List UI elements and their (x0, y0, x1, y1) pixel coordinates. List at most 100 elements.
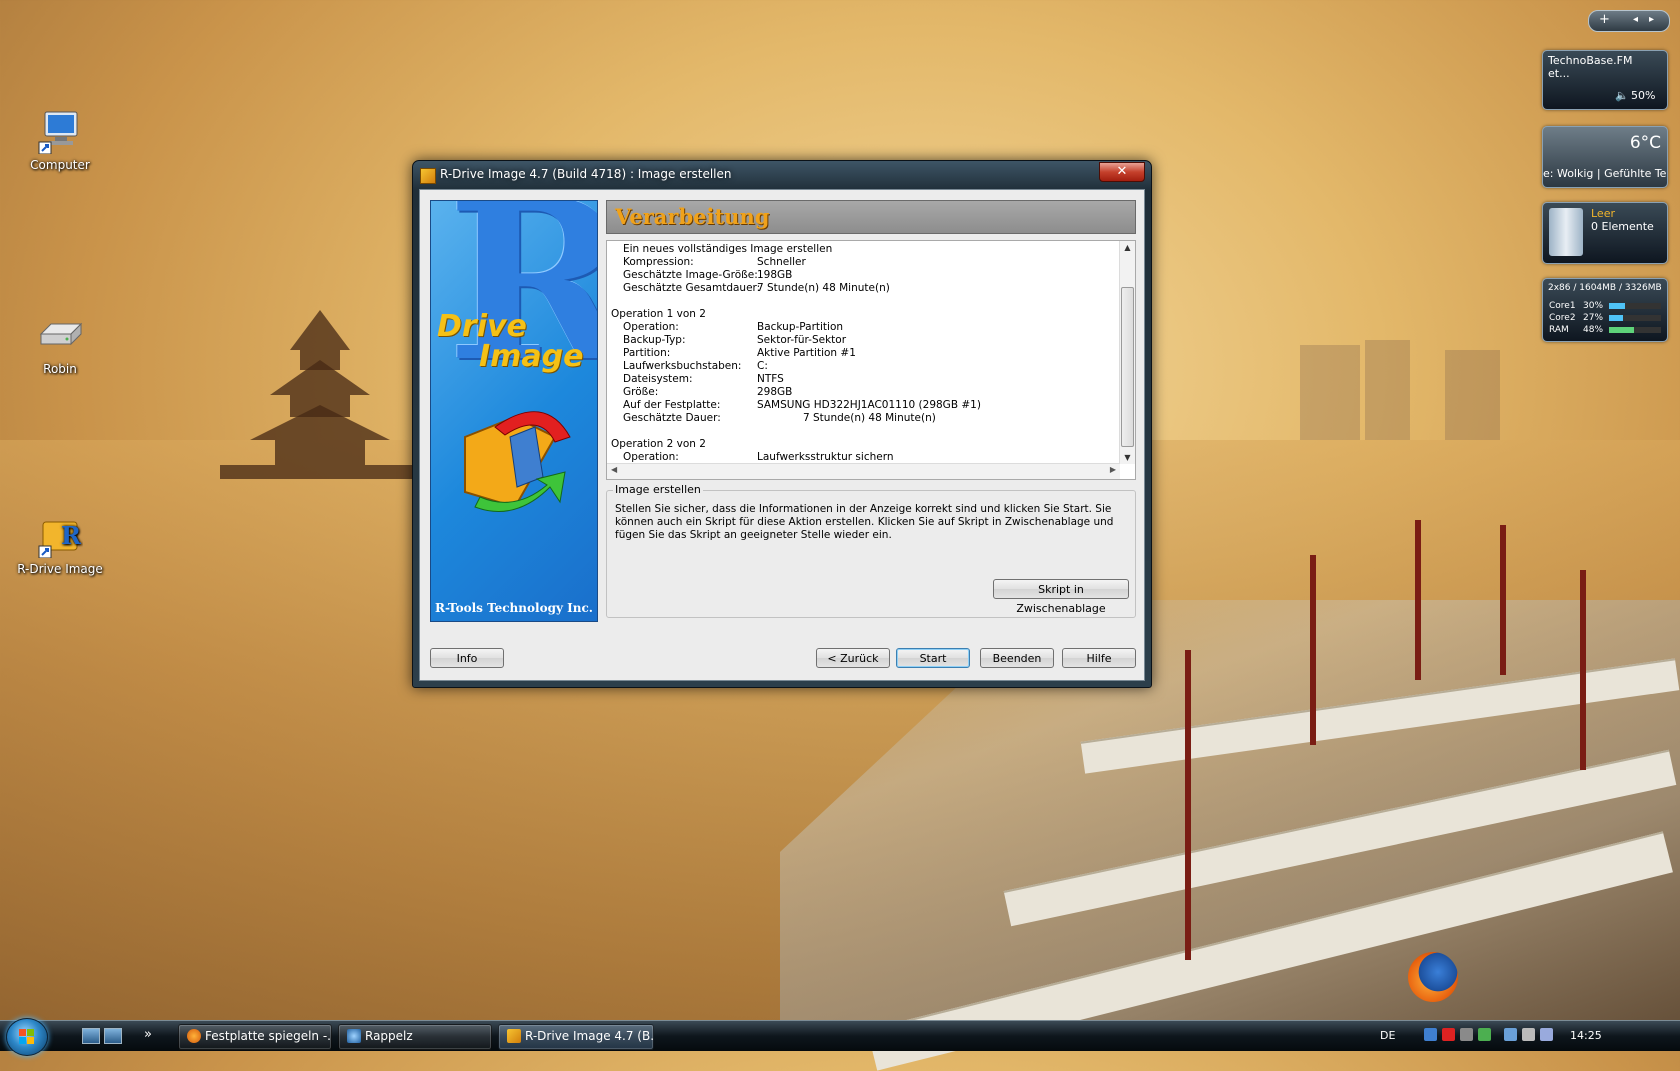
bin-status: Leer (1591, 207, 1615, 220)
language-indicator[interactable]: DE (1380, 1029, 1395, 1042)
svg-text:R: R (61, 521, 82, 550)
scroll-down-icon[interactable]: ▼ (1120, 453, 1135, 462)
panel-heading: Verarbeitung (615, 204, 770, 229)
radio-gadget[interactable]: TechnoBase.FM et... 🔈 50% (1542, 50, 1668, 110)
group-legend: Image erstellen (613, 483, 703, 496)
tray-signal-icon[interactable] (1478, 1028, 1491, 1041)
clock[interactable]: 14:25 (1570, 1029, 1602, 1042)
show-desktop-icon[interactable] (82, 1028, 100, 1044)
summary-value: 7 Stunde(n) 48 Minute(n) (757, 282, 890, 294)
folder-arrow-icon (464, 411, 571, 512)
summary-key: Operation 2 von 2 (611, 438, 706, 450)
vertical-scrollbar[interactable]: ▲ ▼ (1119, 241, 1135, 464)
summary-key: Operation: (623, 321, 679, 333)
summary-row: Backup-Typ: Sektor-für-Sektor (611, 334, 1117, 347)
desktop-icon-robin[interactable]: Robin (10, 312, 110, 376)
recycle-bin-icon (1549, 208, 1583, 256)
summary-key: Backup-Typ: (623, 334, 686, 346)
summary-key: Partition: (623, 347, 671, 359)
summary-key: Dateisystem: (623, 373, 693, 385)
next-gadget-icon[interactable]: ▸ (1649, 14, 1654, 25)
summary-row: Geschätzte Dauer: 7 Stunde(n) 48 Minute(n… (611, 412, 1117, 425)
cpu-bar (1609, 327, 1661, 333)
summary-value: Schneller (757, 256, 806, 268)
title-bar[interactable]: R-Drive Image 4.7 (Build 4718) : Image e… (413, 161, 1151, 189)
prev-gadget-icon[interactable]: ◂ (1633, 14, 1638, 25)
tray-network-icon[interactable] (1424, 1028, 1437, 1041)
rdrive-window: R-Drive Image 4.7 (Build 4718) : Image e… (412, 160, 1152, 688)
switch-windows-icon[interactable] (104, 1028, 122, 1044)
desktop-icon-computer[interactable]: Computer (10, 108, 110, 172)
scroll-thumb[interactable] (1121, 287, 1134, 447)
radio-station: TechnoBase.FM (1548, 54, 1633, 67)
taskbar-item-rdrive[interactable]: R-Drive Image 4.7 (B... (498, 1024, 654, 1050)
tray-volume-icon[interactable] (1522, 1028, 1535, 1041)
summary-row: Auf der Festplatte: SAMSUNG HD322HJ1AC011… (611, 399, 1117, 412)
company-name: R-Tools Technology Inc. (435, 601, 593, 615)
desktop-icon-label: R-Drive Image (17, 562, 103, 576)
copy-script-button[interactable]: Skript in Zwischenablage (993, 579, 1129, 615)
tray-power-icon[interactable] (1540, 1028, 1553, 1041)
close-button[interactable]: ✕ (1099, 162, 1145, 182)
system-tray: DE 14:25 (1380, 1021, 1680, 1051)
wallpaper-building (1300, 345, 1360, 440)
quicklaunch-overflow[interactable]: » (144, 1027, 152, 1042)
taskbar: » Festplatte spiegeln -... Rappelz R-Dri… (0, 1018, 1680, 1056)
cpu-bar (1609, 303, 1661, 309)
weather-gadget[interactable]: 6°C e: Wolkig | Gefühlte Te (1542, 126, 1668, 188)
taskbar-item-rappelz[interactable]: Rappelz (338, 1024, 492, 1050)
create-image-group: Image erstellen Stellen Sie sicher, dass… (606, 483, 1136, 618)
finish-button[interactable]: Beenden (980, 648, 1054, 668)
cpu-summary: 2x86 / 1604MB / 3326MB (1548, 283, 1662, 293)
summary-key: Geschätzte Dauer: (623, 412, 721, 424)
scroll-right-icon[interactable]: ▶ (1110, 465, 1116, 474)
group-instructions: Stellen Sie sicher, dass die Information… (615, 503, 1114, 541)
summary-row: Geschätzte Gesamtdauer: 7 Stunde(n) 48 Mi… (611, 282, 1117, 295)
horizontal-scrollbar[interactable]: ◀ ▶ (607, 463, 1120, 479)
windows-flag-icon (19, 1029, 34, 1044)
summary-spacer (611, 425, 1117, 438)
summary-key: Operation 1 von 2 (611, 308, 706, 320)
help-button[interactable]: Hilfe (1062, 648, 1136, 668)
back-button[interactable]: < Zurück (816, 648, 890, 668)
gadget-toolbar[interactable]: + ◂ ▸ (1588, 10, 1670, 32)
summary-value: Backup-Partition (757, 321, 844, 333)
wallpaper-post (1415, 520, 1421, 680)
info-button[interactable]: Info (430, 648, 504, 668)
firefox-icon[interactable] (1408, 952, 1458, 1002)
summary-row: Partition: Aktive Partition #1 (611, 347, 1117, 360)
brand-sidebar: R Drive Image R-Tools Technology Inc. (430, 200, 598, 622)
summary-row: Ein neues vollständiges Image erstellen (611, 243, 1117, 256)
speaker-icon[interactable]: 🔈 (1615, 89, 1629, 102)
cpu-label: Core1 (1549, 301, 1576, 311)
start-button[interactable]: Start (896, 648, 970, 668)
summary-value: 7 Stunde(n) 48 Minute(n) (803, 412, 936, 424)
panel-header: Verarbeitung (606, 200, 1136, 234)
summary-spacer (611, 295, 1117, 308)
summary-section-header: Operation 2 von 2 (611, 438, 1117, 451)
add-gadget-icon[interactable]: + (1599, 12, 1610, 27)
summary-value: 298GB (757, 386, 793, 398)
wallpaper-post (1500, 525, 1506, 675)
cpu-label: RAM (1549, 325, 1569, 335)
recycle-bin-gadget[interactable]: Leer 0 Elemente (1542, 202, 1668, 264)
drive-icon (37, 312, 83, 358)
taskbar-item-festplatte[interactable]: Festplatte spiegeln -... (178, 1024, 332, 1050)
desktop-icon-rdrive[interactable]: R R-Drive Image (10, 512, 110, 576)
summary-row: Dateisystem: NTFS (611, 373, 1117, 386)
tray-antivirus-icon[interactable] (1442, 1028, 1455, 1041)
logo-word-image: Image (479, 339, 584, 374)
cpu-value: 30% (1583, 301, 1604, 311)
taskbar-item-label: Rappelz (365, 1029, 413, 1043)
wallpaper-post (1310, 555, 1316, 745)
scroll-up-icon[interactable]: ▲ (1120, 243, 1135, 252)
summary-listbox[interactable]: Ein neues vollständiges Image erstellen K… (606, 240, 1136, 480)
cpu-row: Core1 30% (1549, 301, 1661, 311)
cpu-value: 48% (1583, 325, 1604, 335)
summary-row: Laufwerksbuchstaben: C: (611, 360, 1117, 373)
tray-tool-icon[interactable] (1460, 1028, 1473, 1041)
scroll-left-icon[interactable]: ◀ (611, 465, 617, 474)
wallpaper-building (1365, 340, 1410, 440)
tray-connection-icon[interactable] (1504, 1028, 1517, 1041)
start-button[interactable] (6, 1018, 48, 1056)
